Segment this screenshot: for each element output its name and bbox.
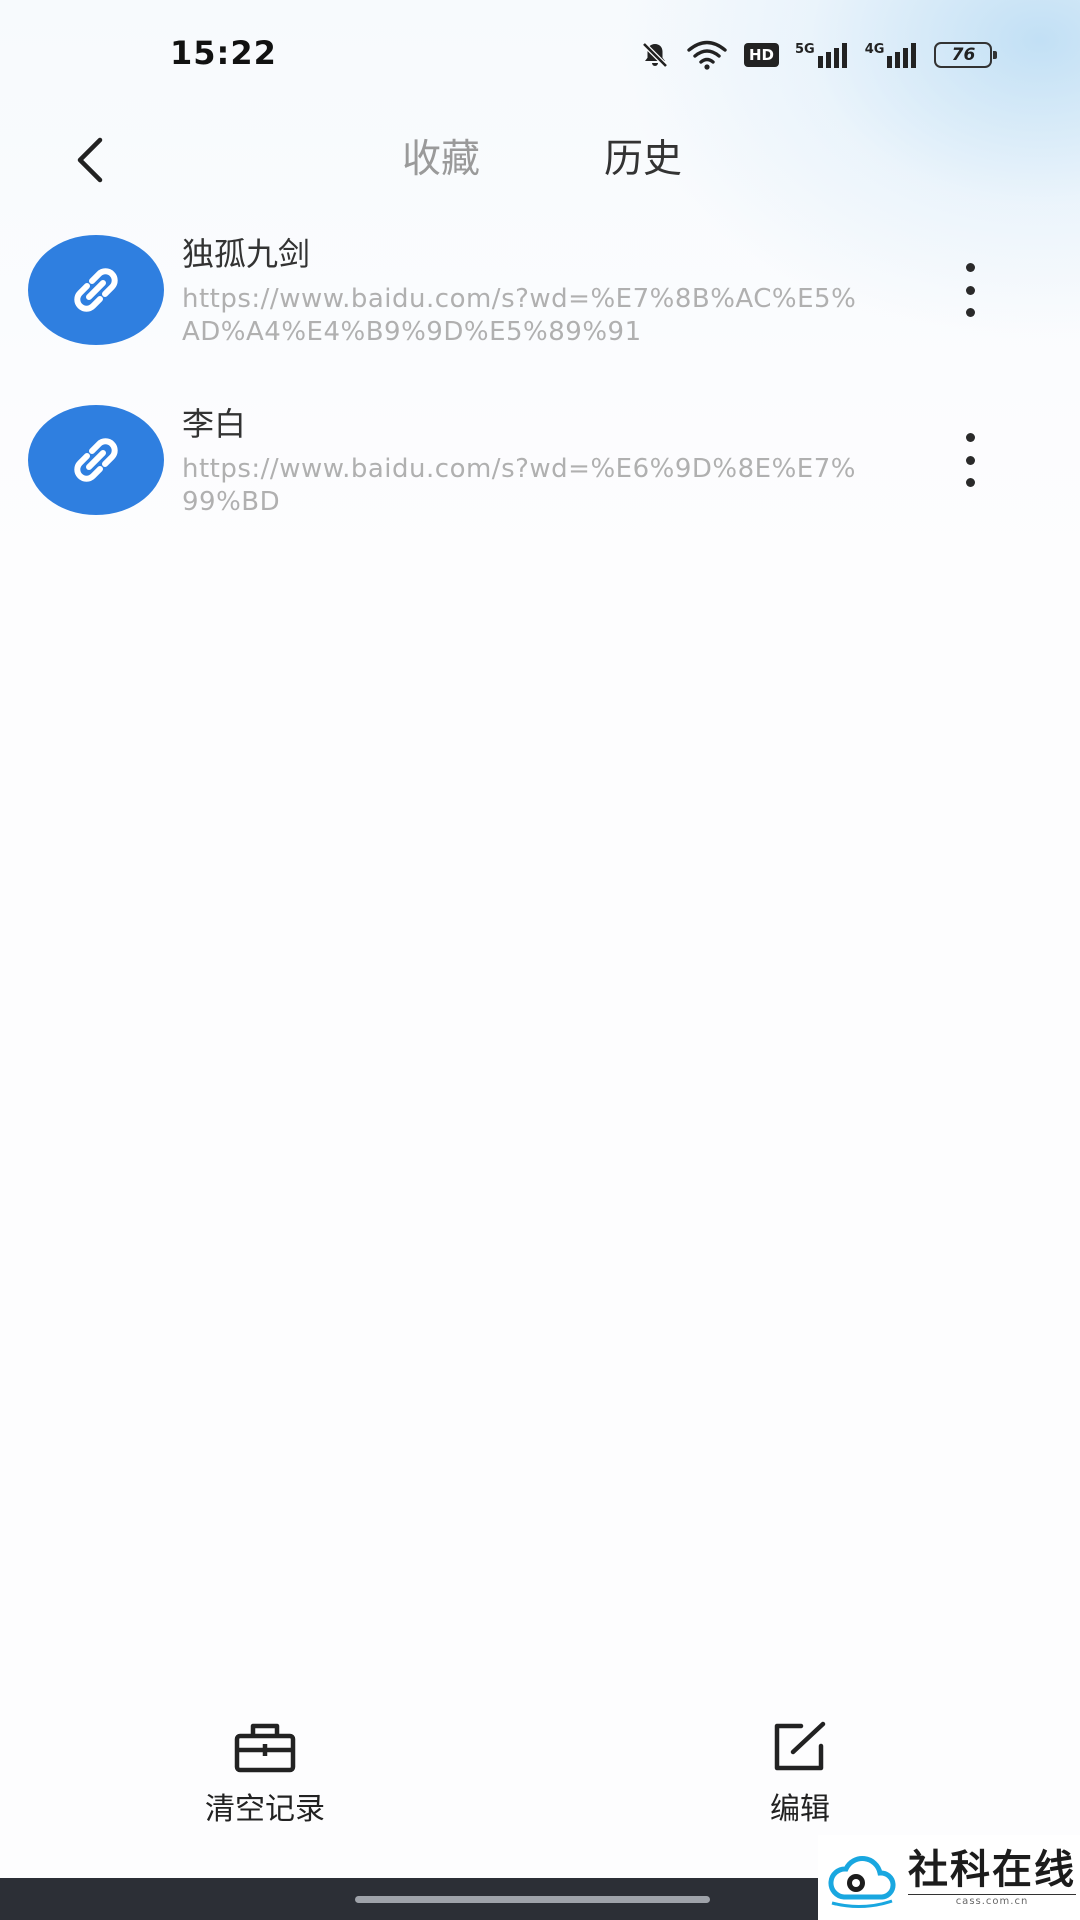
battery-icon: 76	[934, 42, 998, 68]
link-avatar	[28, 405, 164, 515]
edit-button[interactable]: 编辑	[770, 1720, 830, 1828]
history-list: 独孤九剑 https://www.baidu.com/s?wd=%E7%8B%A…	[0, 225, 1080, 565]
link-icon	[74, 438, 118, 482]
status-bar: 15:22 HD 5G 4G 76	[0, 0, 1080, 110]
edit-label: 编辑	[770, 1792, 830, 1827]
edit-icon	[774, 1721, 826, 1771]
tab-history[interactable]: 历史	[604, 120, 682, 200]
more-options-button[interactable]	[950, 425, 990, 495]
signal-5g-icon: 5G	[795, 42, 849, 68]
watermark: 社科在线 cass.com.cn	[818, 1835, 1080, 1920]
back-arrow-icon	[77, 137, 103, 183]
battery-level: 76	[934, 42, 998, 68]
clear-records-icon	[234, 1723, 296, 1773]
item-url: https://www.baidu.com/s?wd=%E6%9D%8E%E7%…	[182, 454, 856, 517]
status-icons: HD 5G 4G 76	[640, 38, 1008, 72]
more-vertical-icon	[965, 263, 975, 272]
item-url: https://www.baidu.com/s?wd=%E7%8B%AC%E5%…	[182, 284, 857, 347]
home-indicator[interactable]	[355, 1896, 710, 1903]
signal-4g-icon: 4G	[865, 42, 919, 68]
link-avatar	[28, 235, 164, 345]
item-title: 独孤九剑	[182, 235, 311, 273]
tab-favorites[interactable]: 收藏	[402, 120, 480, 200]
list-item[interactable]: 独孤九剑 https://www.baidu.com/s?wd=%E7%8B%A…	[0, 225, 1080, 395]
more-options-button[interactable]	[950, 255, 990, 325]
hd-badge: HD	[744, 43, 780, 67]
link-icon	[74, 268, 118, 312]
status-time: 15:22	[170, 34, 277, 72]
more-vertical-icon	[965, 433, 975, 442]
clear-history-label: 清空记录	[205, 1792, 325, 1827]
clear-history-button[interactable]: 清空记录	[205, 1720, 325, 1828]
wifi-icon	[686, 40, 728, 70]
watermark-name: 社科在线	[908, 1846, 1076, 1893]
item-title: 李白	[182, 405, 247, 443]
bell-off-icon	[640, 40, 670, 70]
cloud-logo-icon	[828, 1855, 896, 1908]
back-button[interactable]	[50, 120, 130, 200]
header: 收藏 历史	[0, 110, 1080, 230]
list-item[interactable]: 李白 https://www.baidu.com/s?wd=%E6%9D%8E%…	[0, 395, 1080, 565]
watermark-domain: cass.com.cn	[908, 1894, 1076, 1907]
